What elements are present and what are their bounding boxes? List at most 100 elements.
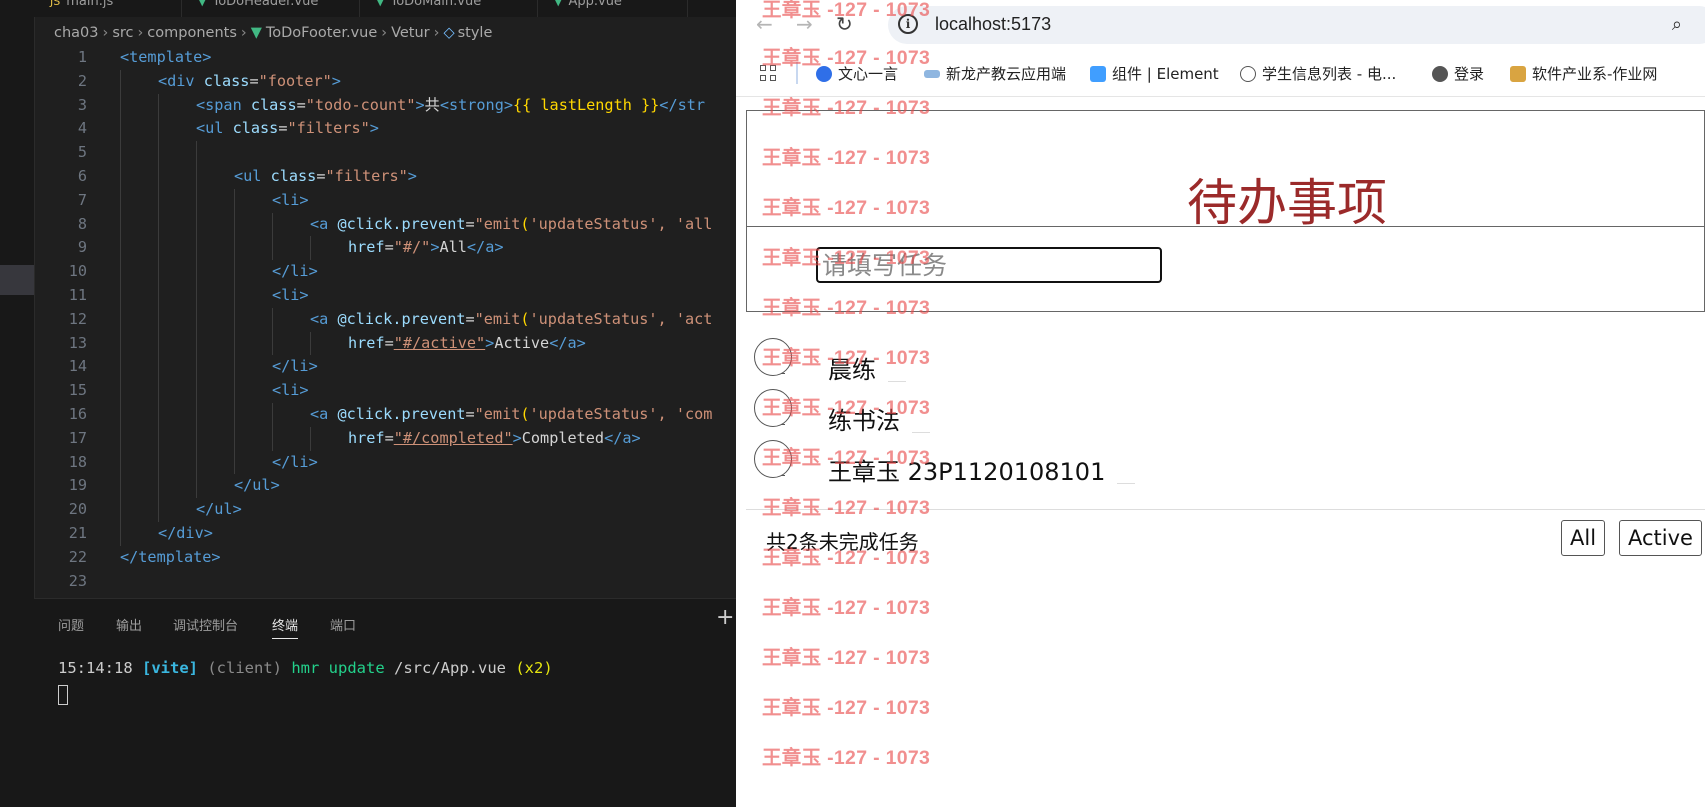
code-token: href [348, 333, 385, 352]
activity-selected-item[interactable] [0, 265, 34, 295]
breadcrumb-item[interactable]: style [458, 25, 493, 41]
tab-todomain-vue[interactable]: ▼ ToDoMain.vue [360, 0, 538, 17]
bookmark-wenxin[interactable]: 文心一言 [816, 63, 898, 84]
address-bar-row: ← → ↻ i localhost:5173 ⌕ [736, 0, 1705, 50]
code-token: @click [337, 309, 393, 328]
todo-text: 王章玉 23P1120108101 [828, 452, 1135, 487]
terminal-time: 15:14:18 [58, 659, 133, 677]
breadcrumb-item[interactable]: src [112, 25, 133, 41]
code-line: 5 [34, 141, 736, 165]
breadcrumb-item[interactable]: ToDoFooter.vue [266, 25, 377, 41]
code-line: 23 [34, 570, 736, 594]
code-token: <template> [120, 48, 212, 66]
code-line: 10 </li> [34, 260, 736, 284]
code-token: class [232, 119, 279, 138]
terminal-vite-tag: [vite] [142, 659, 198, 677]
code-token: 'all [675, 214, 713, 233]
line-number: 21 [68, 524, 87, 542]
code-line: 18 </li> [34, 450, 736, 475]
bookmark-homework[interactable]: 软件产业系-作业网 [1510, 63, 1657, 84]
panel-tab-ports[interactable]: 端口 [330, 615, 356, 634]
todo-item: 练书法 [746, 389, 1705, 439]
filter-all-button[interactable]: All [1561, 520, 1606, 556]
todo-toggle-checkbox[interactable] [754, 389, 792, 427]
url-bar[interactable]: i localhost:5173 ⌕ [888, 6, 1705, 44]
activity-bar [0, 0, 35, 807]
apps-grid-icon[interactable] [760, 65, 778, 83]
line-number: 11 [68, 286, 87, 304]
chevron-right-icon: › [381, 25, 388, 41]
code-token: .prevent [392, 405, 466, 423]
code-token: "emit [474, 309, 521, 328]
code-line: 17 href="#/completed">Completed</a> [34, 426, 736, 451]
code-token: .prevent [392, 309, 466, 328]
code-token: <li> [272, 190, 309, 209]
task-input[interactable] [816, 247, 1162, 283]
back-arrow-icon[interactable]: ← [756, 12, 773, 36]
line-number: 17 [68, 428, 87, 447]
code-token: <a [310, 214, 329, 233]
code-area[interactable]: 1 <template> 2 <div class="footer"> 3 <span… [34, 46, 736, 598]
line-number: 19 [68, 476, 87, 495]
code-token[interactable]: "#/completed" [394, 429, 513, 447]
breadcrumb-item[interactable]: Vetur [391, 25, 430, 41]
bookmark-student-list[interactable]: 学生信息列表 - 电... [1240, 63, 1396, 84]
js-file-icon: JS [50, 0, 61, 8]
line-number: 7 [77, 190, 87, 209]
line-number: 15 [68, 381, 87, 400]
panel-tab-output[interactable]: 输出 [116, 615, 142, 634]
code-line: 2 <div class="footer"> [34, 69, 736, 94]
line-number: 18 [68, 452, 87, 471]
panel-tab-debug-console[interactable]: 调试控制台 [173, 615, 238, 634]
code-token: </str [659, 95, 706, 114]
code-token: "#/" [393, 238, 431, 257]
filter-active-button[interactable]: Active [1619, 520, 1702, 556]
code-token: Active [494, 333, 550, 352]
breadcrumb-item[interactable]: components [147, 25, 237, 41]
code-line: 8 <a @click.prevent="emit('updateStatus',… [34, 212, 736, 237]
todo-item: 王章玉 23P1120108101 [746, 440, 1705, 490]
breadcrumb-item[interactable]: cha03 [54, 25, 99, 41]
todo-text: 晨练 [828, 350, 906, 385]
terminal-output[interactable]: 15:14:18 [vite] (client) hmr update /src… [58, 659, 553, 677]
todo-toggle-checkbox[interactable] [754, 338, 792, 376]
code-token: @click [337, 405, 393, 423]
code-token: <ul [196, 119, 224, 138]
code-token: "emit [474, 214, 521, 233]
bookmark-xinlong[interactable]: 新龙产教云应用端 [924, 63, 1066, 84]
site-logo-icon [1510, 66, 1526, 82]
line-number: 2 [77, 71, 87, 90]
code-token: "filters" [325, 167, 408, 185]
todo-toggle-checkbox[interactable] [754, 440, 792, 478]
url-text[interactable]: localhost:5173 [935, 14, 1051, 35]
site-info-icon[interactable]: i [898, 14, 918, 34]
reload-icon[interactable]: ↻ [836, 12, 853, 36]
tab-app-vue[interactable]: ▼ App.vue [538, 0, 688, 17]
code-token: </a> [466, 238, 504, 257]
code-token: 'updateStatus' [529, 405, 658, 423]
chevron-right-icon: › [137, 25, 144, 41]
code-token: </div> [158, 524, 213, 542]
tab-main-js[interactable]: JS main.js [34, 0, 182, 17]
zoom-magnifier-icon[interactable]: ⌕ [1672, 14, 1682, 35]
todo-app: 待办事项 晨练 练书法 王章玉 23P1120108101 共2条未完成任务 A… [746, 110, 1705, 807]
panel-tab-problems[interactable]: 问题 [58, 615, 84, 634]
code-token: "footer" [258, 71, 332, 90]
code-token[interactable]: "#/active" [394, 334, 485, 352]
bottom-panel: 问题 输出 调试控制台 终端 端口 + 15:14:18 [vite] (cli… [34, 598, 736, 807]
code-token: ( [520, 214, 530, 233]
bookmark-login[interactable]: 登录 [1432, 63, 1484, 84]
new-terminal-plus-icon[interactable]: + [716, 605, 734, 630]
code-token: {{ lastLength }} [512, 95, 660, 114]
panel-tab-terminal[interactable]: 终端 [272, 615, 299, 639]
code-token: @click [337, 214, 393, 233]
bookmark-element[interactable]: 组件 | Element [1090, 63, 1219, 84]
element-logo-icon [1090, 66, 1106, 82]
code-line: 14 </li> [34, 355, 736, 380]
code-token: <span [196, 95, 242, 114]
forward-arrow-icon[interactable]: → [796, 12, 813, 36]
code-token: </li> [272, 262, 318, 281]
code-token: class [270, 167, 317, 185]
bookmarks-bar: 文心一言 新龙产教云应用端 组件 | Element 学生信息列表 - 电...… [736, 50, 1705, 97]
tab-todoheader-vue[interactable]: ▼ ToDoHeader.vue [182, 0, 360, 17]
